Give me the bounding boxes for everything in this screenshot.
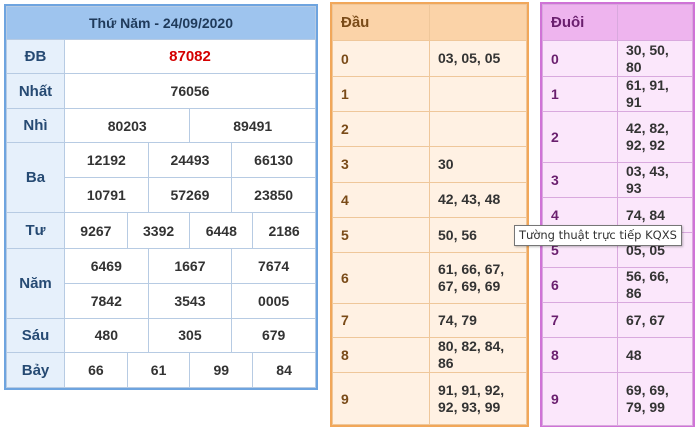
prize-seventh-value: 99 — [189, 352, 254, 388]
prize-label-sixth: Sáu — [6, 317, 65, 354]
prize-fourth-value: 6448 — [189, 211, 254, 250]
prize-third-value: 23850 — [231, 177, 316, 213]
head-digit-title-blank — [429, 3, 527, 42]
prize-third-value: 66130 — [231, 142, 316, 179]
head-digit-values: 80, 82, 84, 86 — [429, 337, 527, 374]
tail-digit-values: 56, 66, 86 — [617, 267, 693, 303]
head-digit: 8 — [332, 337, 430, 374]
head-digit: 3 — [332, 146, 430, 183]
tail-digit: 7 — [542, 302, 618, 338]
prize-label-fourth: Tư — [6, 211, 65, 250]
prize-second-value: 80203 — [63, 107, 191, 144]
prize-seventh-value: 66 — [64, 352, 128, 388]
prize-third-value: 24493 — [147, 142, 233, 179]
prize-fifth-value: 7674 — [231, 248, 316, 285]
prize-fifth-value: 0005 — [231, 283, 316, 319]
tail-digit-values: 69, 69, 79, 99 — [617, 372, 693, 426]
head-digit: 6 — [332, 252, 430, 304]
prize-fifth-value: 1667 — [147, 248, 233, 285]
tail-digit-values: 67, 67 — [617, 302, 693, 338]
tail-digit-table: Đuôi 0 30, 50, 80 1 61, 91, 91 2 42, 82, 92… — [540, 2, 695, 427]
prize-label-fifth: Năm — [6, 248, 65, 319]
head-digit: 0 — [332, 40, 430, 77]
tail-digit: 1 — [542, 76, 618, 112]
prize-third-value: 12192 — [64, 142, 149, 179]
tail-digit-values: 03, 43, 93 — [617, 162, 693, 198]
lottery-results-table: Thứ Năm - 24/09/2020 ĐB 87082 Nhất 76056… — [4, 4, 318, 390]
prize-sixth-value: 305 — [147, 317, 233, 354]
head-digit: 9 — [332, 372, 430, 425]
head-digit-title: Đầu — [332, 3, 430, 42]
tail-digit-values: 42, 82, 92, 92 — [617, 111, 693, 163]
tail-digit-values: 61, 91, 91 — [617, 76, 693, 112]
prize-fifth-value: 7842 — [64, 283, 149, 319]
tail-digit: 8 — [542, 337, 618, 373]
prize-fourth-value: 9267 — [64, 211, 128, 250]
head-digit-values — [429, 75, 527, 113]
head-digit: 7 — [332, 302, 430, 339]
prize-label-third: Ba — [6, 142, 65, 213]
prize-special-value: 87082 — [64, 38, 316, 75]
prize-third-value: 57269 — [147, 177, 233, 213]
prize-label-second: Nhì — [6, 107, 65, 144]
prize-sixth-value: 679 — [231, 317, 316, 354]
tail-digit-title-blank — [617, 4, 693, 41]
head-digit: 1 — [332, 75, 430, 113]
prize-label-special: ĐB — [6, 38, 65, 75]
prize-third-value: 10791 — [64, 177, 149, 213]
tail-digit-values: 48 — [617, 337, 693, 373]
head-digit-values: 50, 56 — [429, 216, 527, 254]
head-digit-values: 74, 79 — [429, 302, 527, 339]
tail-digit: 9 — [542, 372, 618, 426]
tail-digit: 0 — [542, 40, 618, 77]
prize-first-value: 76056 — [64, 73, 316, 109]
head-digit-values: 30 — [429, 146, 527, 183]
head-digit-values: 61, 66, 67, 67, 69, 69 — [429, 252, 527, 304]
results-date-title: Thứ Năm - 24/09/2020 — [6, 6, 316, 40]
tail-digit-values: 30, 50, 80 — [617, 40, 693, 77]
prize-fifth-value: 3543 — [147, 283, 233, 319]
prize-fourth-value: 3392 — [126, 211, 191, 250]
prize-second-value: 89491 — [189, 107, 316, 144]
prize-label-seventh: Bảy — [6, 352, 65, 388]
head-digit-values: 42, 43, 48 — [429, 181, 527, 218]
head-digit: 5 — [332, 216, 430, 254]
head-digit-values: 91, 91, 92, 92, 93, 99 — [429, 372, 527, 425]
head-digit-values: 03, 05, 05 — [429, 40, 527, 77]
live-results-tooltip: Tường thuật trực tiếp KQXS — [514, 225, 682, 246]
tail-digit-title: Đuôi — [542, 4, 618, 41]
head-digit-table: Đầu 0 03, 05, 05 1 2 3 30 4 42, 43, 48 5 50,… — [330, 2, 529, 427]
tail-digit: 3 — [542, 162, 618, 198]
head-digit: 2 — [332, 110, 430, 148]
tail-digit: 6 — [542, 267, 618, 303]
prize-fifth-value: 6469 — [64, 248, 149, 285]
prize-label-first: Nhất — [6, 73, 65, 109]
prize-seventh-value: 61 — [126, 352, 191, 388]
head-digit: 4 — [332, 181, 430, 218]
tail-digit: 2 — [542, 111, 618, 163]
prize-seventh-value: 84 — [252, 352, 316, 388]
head-digit-values — [429, 110, 527, 148]
prize-fourth-value: 2186 — [252, 211, 316, 250]
prize-sixth-value: 480 — [64, 317, 149, 354]
